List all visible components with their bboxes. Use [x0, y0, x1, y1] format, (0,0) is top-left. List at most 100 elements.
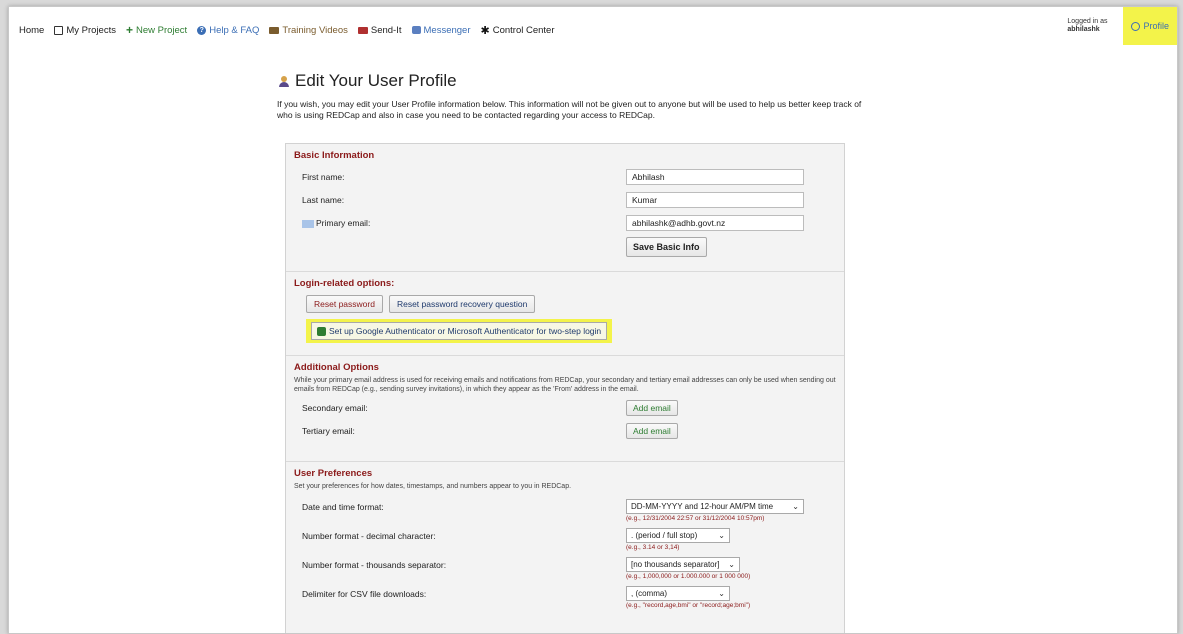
date-format-label: Date and time format: — [302, 502, 384, 512]
decimal-format-select[interactable]: . (period / full stop) ⌄ — [626, 528, 730, 543]
date-format-value: DD-MM-YYYY and 12-hour AM/PM time — [631, 502, 774, 511]
nav-help-label: Help & FAQ — [209, 24, 260, 36]
login-options-section: Login-related options: Reset password Re… — [286, 272, 844, 356]
help-icon: ? — [197, 25, 207, 35]
login-options-title: Login-related options: — [294, 278, 395, 289]
nav-my-projects-label: My Projects — [66, 24, 116, 36]
two-step-setup-button[interactable]: Set up Google Authenticator or Microsoft… — [311, 322, 608, 340]
date-format-control: DD-MM-YYYY and 12-hour AM/PM time ⌄ (e.g.… — [626, 499, 804, 522]
date-format-select[interactable]: DD-MM-YYYY and 12-hour AM/PM time ⌄ — [626, 499, 804, 514]
user-preferences-section: User Preferences Set your preferences fo… — [286, 462, 844, 623]
date-format-row: Date and time format: DD-MM-YYYY and 12-… — [294, 499, 836, 522]
reset-recovery-question-button[interactable]: Reset password recovery question — [388, 295, 536, 313]
primary-email-row: Primary email: — [294, 213, 836, 233]
nav-help[interactable]: ? Help & FAQ — [197, 25, 259, 36]
first-name-input[interactable] — [626, 169, 804, 185]
thousands-format-select[interactable]: [no thousands separator] ⌄ — [626, 557, 740, 572]
film-icon — [269, 26, 280, 34]
primary-email-input[interactable] — [626, 215, 804, 231]
decimal-format-value: . (period / full stop) — [631, 531, 698, 540]
nav-messenger-label: Messenger — [423, 24, 471, 36]
username: abhilashk — [1067, 26, 1100, 33]
nav-my-projects[interactable]: My Projects — [54, 25, 116, 36]
additional-options-description: While your primary email address is used… — [294, 377, 836, 393]
gear-icon: ✱ — [480, 24, 490, 37]
first-name-row: First name: — [294, 167, 836, 187]
chevron-down-icon: ⌄ — [728, 560, 735, 569]
additional-options-section: Additional Options While your primary em… — [286, 356, 844, 462]
basic-info-title: Basic Information — [294, 150, 375, 161]
thousands-format-hint: (e.g., 1,000,000 or 1.000.000 or 1 000 0… — [626, 573, 751, 580]
profile-label: Profile — [1143, 21, 1169, 31]
nav-control-center[interactable]: ✱ Control Center — [481, 24, 555, 37]
nav-send-it[interactable]: Send-It — [357, 24, 402, 36]
nav-control-center-label: Control Center — [492, 24, 555, 36]
primary-email-label: Primary email: — [316, 218, 371, 228]
tertiary-email-row: Tertiary email: Add email — [294, 421, 836, 441]
nav-training-label: Training Videos — [282, 24, 348, 36]
add-tertiary-email-button[interactable]: Add email — [626, 423, 678, 439]
decimal-format-row: Number format - decimal character: . (pe… — [294, 528, 836, 551]
csv-delimiter-control: , (comma) ⌄ (e.g., "record,age,bmi" or "r… — [626, 586, 750, 609]
page-title: Edit Your User Profile — [279, 71, 867, 91]
authenticator-icon — [317, 326, 326, 336]
nav-new-project[interactable]: + New Project — [126, 23, 187, 37]
nav-home[interactable]: Home — [19, 25, 44, 36]
user-preferences-description: Set your preferences for how dates, time… — [294, 483, 572, 490]
thousands-format-value: [no thousands separator] — [631, 560, 720, 569]
last-name-input[interactable] — [626, 192, 804, 208]
tertiary-email-label: Tertiary email: — [302, 426, 355, 436]
save-row: Save Basic Info — [294, 237, 836, 257]
date-format-hint: (e.g., 12/31/2004 22:57 or 31/12/2004 10… — [626, 515, 765, 522]
thousands-format-row: Number format - thousands separator: [no… — [294, 557, 836, 580]
user-area: Logged in as abhilashk Profile — [1067, 7, 1177, 45]
csv-delimiter-value: , (comma) — [631, 589, 667, 598]
nav-messenger[interactable]: Messenger — [411, 24, 471, 36]
secondary-email-label: Secondary email: — [302, 403, 368, 413]
chevron-down-icon: ⌄ — [718, 589, 725, 598]
grid-icon — [54, 25, 64, 35]
csv-delimiter-row: Delimiter for CSV file downloads: , (com… — [294, 586, 836, 609]
chat-icon — [411, 26, 421, 34]
page-header: Edit Your User Profile If you wish, you … — [277, 71, 867, 121]
envelope-icon — [357, 26, 368, 34]
basic-info-section: Basic Information First name: Last name:… — [286, 144, 844, 272]
intro-text: If you wish, you may edit your User Prof… — [277, 99, 862, 120]
csv-delimiter-label: Delimiter for CSV file downloads: — [302, 589, 427, 599]
chevron-down-icon: ⌄ — [718, 531, 725, 540]
user-edit-icon — [279, 75, 289, 87]
browser-frame: Home My Projects + New Project ? Help & FA… — [8, 6, 1178, 634]
csv-delimiter-hint: (e.g., "record,age,bmi" or "record;age;b… — [626, 602, 751, 609]
nav-home-label: Home — [19, 24, 45, 36]
email-icon — [302, 219, 314, 228]
profile-link[interactable]: Profile — [1123, 7, 1177, 45]
top-navigation: Home My Projects + New Project ? Help & FA… — [9, 7, 1177, 47]
decimal-format-control: . (period / full stop) ⌄ (e.g., 3.14 or 3… — [626, 528, 730, 551]
save-basic-info-button[interactable]: Save Basic Info — [626, 237, 707, 257]
logged-in-label: Logged in as — [1067, 18, 1108, 25]
chevron-down-icon: ⌄ — [792, 502, 799, 511]
nav-links: Home My Projects + New Project ? Help & FA… — [19, 23, 555, 37]
login-buttons: Reset password Reset password recovery q… — [306, 295, 836, 313]
csv-delimiter-select[interactable]: , (comma) ⌄ — [626, 586, 730, 601]
nav-new-project-label: New Project — [135, 24, 188, 36]
nav-training-videos[interactable]: Training Videos — [269, 24, 348, 36]
page-title-text: Edit Your User Profile — [295, 71, 457, 90]
nav-send-it-label: Send-It — [370, 24, 402, 36]
plus-icon: + — [125, 23, 133, 37]
user-circle-icon — [1131, 21, 1141, 31]
thousands-format-label: Number format - thousands separator: — [302, 560, 447, 570]
two-step-label: Set up Google Authenticator or Microsoft… — [329, 326, 602, 336]
logged-in-info: Logged in as abhilashk — [1067, 18, 1107, 34]
reset-password-button[interactable]: Reset password — [306, 295, 383, 313]
profile-form-panel: Basic Information First name: Last name:… — [285, 143, 845, 633]
add-secondary-email-button[interactable]: Add email — [626, 400, 678, 416]
last-name-label: Last name: — [302, 195, 345, 205]
first-name-label: First name: — [302, 172, 345, 182]
additional-options-title: Additional Options — [294, 362, 379, 373]
primary-email-label-wrap: Primary email: — [294, 218, 626, 228]
decimal-format-hint: (e.g., 3.14 or 3,14) — [626, 544, 680, 551]
last-name-row: Last name: — [294, 190, 836, 210]
two-step-highlight: Set up Google Authenticator or Microsoft… — [306, 319, 613, 343]
thousands-format-control: [no thousands separator] ⌄ (e.g., 1,000,0… — [626, 557, 750, 580]
